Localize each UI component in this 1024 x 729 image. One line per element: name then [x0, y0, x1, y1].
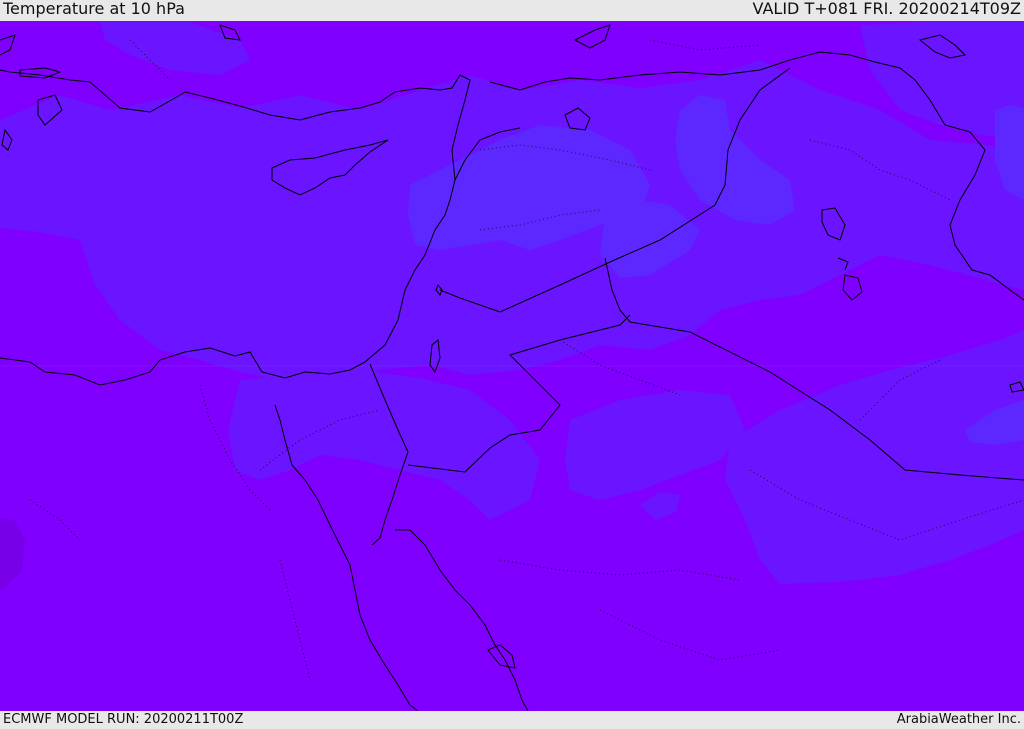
map-header: Temperature at 10 hPa VALID T+081 FRI. 2… — [0, 0, 1024, 21]
map-canvas[interactable] — [0, 21, 1024, 711]
model-run: ECMWF MODEL RUN: 20200211T00Z — [3, 712, 244, 727]
valid-time: VALID T+081 FRI. 20200214T09Z — [752, 0, 1021, 18]
map-footer: ECMWF MODEL RUN: 20200211T00Z ArabiaWeat… — [0, 711, 1024, 729]
map-title: Temperature at 10 hPa — [3, 0, 185, 18]
map-svg — [0, 21, 1024, 711]
credit: ArabiaWeather Inc. — [896, 712, 1021, 727]
